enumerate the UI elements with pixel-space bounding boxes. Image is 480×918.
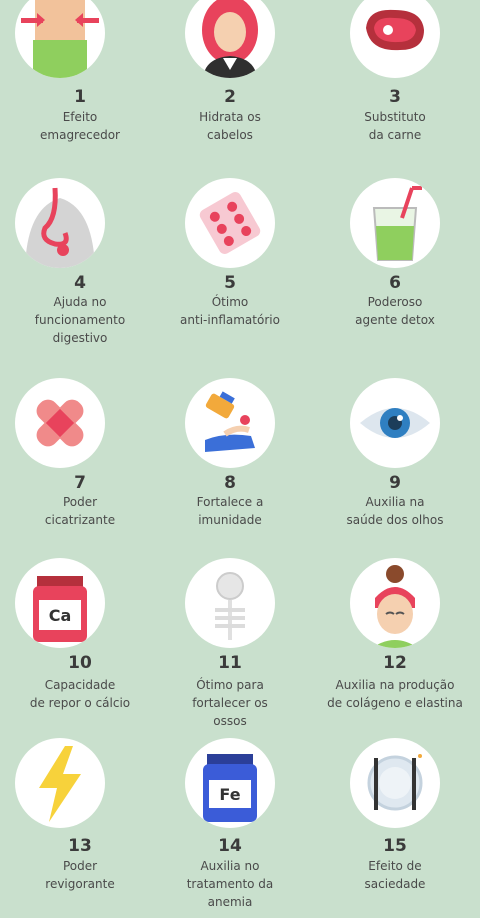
benefit-number: 15 xyxy=(383,836,407,856)
plate-cutlery-icon xyxy=(350,738,440,828)
benefit-item-1: 1 Efeito emagrecedor xyxy=(0,0,160,160)
benefit-label: Poder cicatrizante xyxy=(44,495,116,527)
benefit-item-10: Ca 10 Capacidade de repor o cálcio xyxy=(0,558,160,743)
woman-face-icon xyxy=(350,558,440,648)
iron-jar-icon: Fe xyxy=(185,738,275,828)
benefit-label: Capacidade de repor o cálcio xyxy=(29,678,131,710)
benefit-item-11: 11 Ótimo para fortalecer os ossos xyxy=(150,558,310,743)
benefit-item-9: 9 Auxilia na saúde dos olhos xyxy=(315,375,475,555)
skeleton-icon xyxy=(185,558,275,648)
benefit-label: Hidrata os cabelos xyxy=(199,110,261,142)
calcium-jar-icon: Ca xyxy=(15,558,105,648)
digestive-system-icon xyxy=(15,178,105,268)
eye-icon xyxy=(350,378,440,468)
benefit-number: 12 xyxy=(383,653,407,673)
benefit-item-5: 5 Ótimo anti-inflamatório xyxy=(150,175,310,365)
benefit-number: 8 xyxy=(224,473,236,493)
waist-slimming-icon xyxy=(15,0,105,78)
benefit-label: Ajuda no funcionamento digestivo xyxy=(34,295,126,345)
benefit-number: 5 xyxy=(224,273,236,293)
benefit-item-13: 13 Poder revigorante xyxy=(0,738,160,918)
benefits-infographic: { "benefits": [ {"number": "1", "line1":… xyxy=(0,0,480,918)
benefit-item-6: 6 Poderoso agente detox xyxy=(315,175,475,365)
benefit-label: Efeito de saciedade xyxy=(364,859,426,891)
benefit-number: 14 xyxy=(218,836,242,856)
benefit-label: Ótimo anti-inflamatório xyxy=(180,295,280,327)
benefit-label: Ótimo para fortalecer os ossos xyxy=(192,678,268,728)
benefit-label: Fortalece a imunidade xyxy=(196,495,264,527)
benefit-number: 10 xyxy=(68,653,92,673)
benefit-item-15: 15 Efeito de saciedade xyxy=(315,738,475,918)
woman-hair-icon xyxy=(185,0,275,78)
benefit-item-12: 12 Auxilia na produção de colágeno e elas… xyxy=(315,558,475,743)
benefit-label: Substituto da carne xyxy=(364,110,426,142)
green-juice-icon xyxy=(350,178,440,268)
benefit-number: 1 xyxy=(74,87,86,107)
calcium-label: Ca xyxy=(49,606,72,625)
benefit-label: Auxilia no tratamento da anemia xyxy=(186,859,274,909)
steak-icon xyxy=(350,0,440,78)
benefit-number: 7 xyxy=(74,473,86,493)
benefit-number: 6 xyxy=(389,273,401,293)
benefit-item-2: 2 Hidrata os cabelos xyxy=(150,0,310,160)
benefit-item-8: 8 Fortalece a imunidade xyxy=(150,375,310,555)
iron-label: Fe xyxy=(219,785,240,804)
benefit-item-3: 3 Substituto da carne xyxy=(315,0,475,160)
benefit-number: 3 xyxy=(389,87,401,107)
benefit-number: 4 xyxy=(74,273,86,293)
benefit-number: 2 xyxy=(224,87,236,107)
benefit-label: Auxilia na saúde dos olhos xyxy=(346,495,444,527)
benefit-label: Poder revigorante xyxy=(45,859,115,891)
bandage-icon xyxy=(15,378,105,468)
lightning-icon xyxy=(15,738,105,828)
benefit-number: 9 xyxy=(389,473,401,493)
benefit-label: Efeito emagrecedor xyxy=(40,110,120,142)
benefit-label: Poderoso agente detox xyxy=(355,295,435,327)
benefit-item-14: Fe 14 Auxilia no tratamento da anemia xyxy=(150,738,310,918)
benefit-number: 13 xyxy=(68,836,92,856)
benefit-label: Auxilia na produção de colágeno e elastin… xyxy=(327,678,463,710)
benefit-item-4: 4 Ajuda no funcionamento digestivo xyxy=(0,175,160,365)
medicine-hand-icon xyxy=(185,378,275,468)
benefit-number: 11 xyxy=(218,653,242,673)
benefit-item-7: 7 Poder cicatrizante xyxy=(0,375,160,555)
pill-pack-icon xyxy=(185,178,275,268)
